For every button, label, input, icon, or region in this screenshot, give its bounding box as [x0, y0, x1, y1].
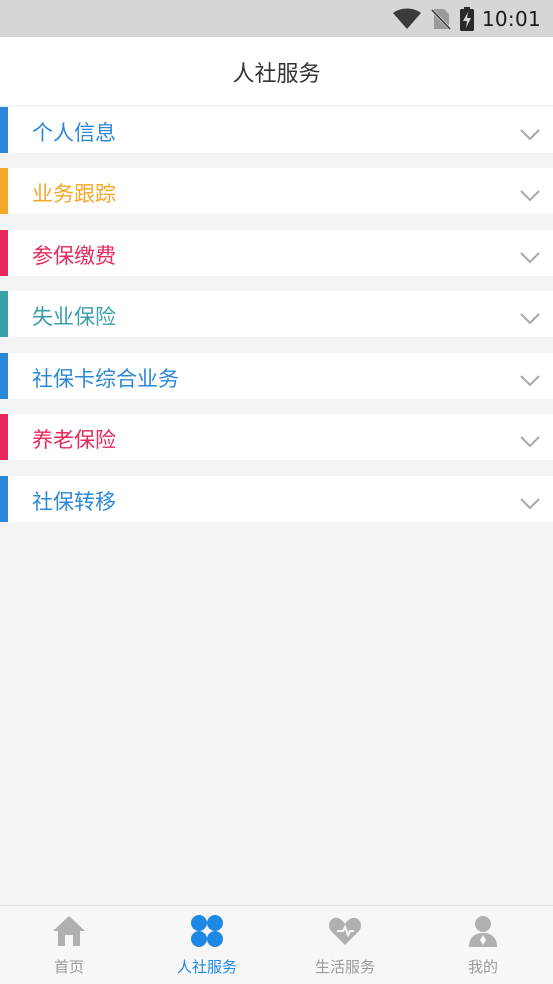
- menu-item-accent-bar: [0, 230, 8, 276]
- menu-item-label: 社保转移: [32, 490, 116, 514]
- menu-item-label: 个人信息: [32, 121, 116, 145]
- tab-hr-services[interactable]: 人社服务: [138, 906, 276, 984]
- no-sim-icon: [430, 7, 452, 31]
- menu-item-accent-bar: [0, 291, 8, 337]
- chevron-down-icon[interactable]: [519, 311, 541, 330]
- chevron-down-icon[interactable]: [519, 188, 541, 207]
- menu-item-label: 参保缴费: [32, 244, 116, 268]
- tab-home[interactable]: 首页: [0, 906, 138, 984]
- menu-item-accent-bar: [0, 414, 8, 460]
- status-bar: 10:01: [0, 0, 553, 37]
- chevron-down-icon[interactable]: [519, 496, 541, 515]
- chevron-down-icon[interactable]: [519, 434, 541, 453]
- tab-label: 人社服务: [176, 958, 237, 976]
- heart-icon: [328, 914, 362, 952]
- home-icon: [52, 914, 86, 952]
- menu-item-label: 社保卡综合业务: [32, 367, 179, 391]
- menu-item-social-insurance-transfer[interactable]: 社保转移: [0, 476, 553, 522]
- wifi-icon: [392, 8, 422, 30]
- title-bar: 人社服务: [0, 37, 553, 105]
- chevron-down-icon[interactable]: [519, 373, 541, 392]
- status-time: 10:01: [481, 6, 541, 31]
- menu-item-insurance-payment[interactable]: 参保缴费: [0, 230, 553, 276]
- chevron-down-icon[interactable]: [519, 127, 541, 146]
- menu-item-pension-insurance[interactable]: 养老保险: [0, 414, 553, 460]
- menu-item-accent-bar: [0, 476, 8, 522]
- person-icon: [466, 914, 500, 952]
- tab-label: 生活服务: [314, 958, 375, 976]
- chevron-down-icon[interactable]: [519, 250, 541, 269]
- menu-item-label: 失业保险: [32, 305, 116, 329]
- bottom-tab-bar: 首页 人社服务 生活服务 我的: [0, 905, 553, 984]
- tab-label: 首页: [53, 958, 84, 976]
- tab-label: 我的: [467, 958, 498, 976]
- status-icons: 10:01: [392, 0, 541, 37]
- menu-item-personal-info[interactable]: 个人信息: [0, 107, 553, 153]
- menu-item-accent-bar: [0, 107, 8, 153]
- menu-item-social-card-services[interactable]: 社保卡综合业务: [0, 353, 553, 399]
- menu-item-label: 业务跟踪: [32, 182, 116, 206]
- menu-item-accent-bar: [0, 168, 8, 214]
- tab-life-services[interactable]: 生活服务: [276, 906, 414, 984]
- menu-item-label: 养老保险: [32, 428, 116, 452]
- tab-mine[interactable]: 我的: [414, 906, 552, 984]
- menu-item-accent-bar: [0, 353, 8, 399]
- clover-icon: [190, 914, 224, 952]
- battery-charging-icon: [459, 6, 474, 31]
- page-title: 人社服务: [232, 62, 321, 87]
- menu-item-business-tracking[interactable]: 业务跟踪: [0, 168, 553, 214]
- menu-item-unemployment-insurance[interactable]: 失业保险: [0, 291, 553, 337]
